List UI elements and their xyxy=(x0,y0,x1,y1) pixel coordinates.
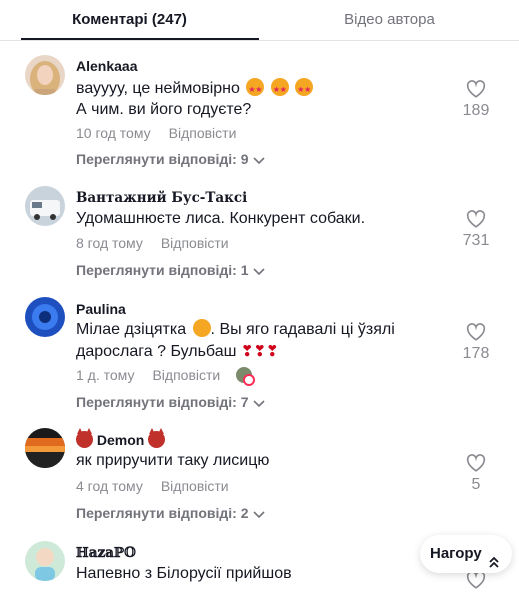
comment-username-label[interactable]: Demon xyxy=(97,432,144,448)
comment-text: Мілае дзіцятка . Вы яго гадавалі ці ўзял… xyxy=(76,319,395,340)
tab-author-videos[interactable]: Відео автора xyxy=(260,0,519,40)
comment-meta: 1 д. тому Відповісти xyxy=(76,367,256,386)
avatar[interactable] xyxy=(25,428,65,468)
avatar-child-cartoon-icon xyxy=(25,541,65,581)
view-replies-button[interactable]: Переглянути відповіді: 7 xyxy=(76,394,265,412)
chevron-down-icon xyxy=(252,395,265,412)
heart-icon[interactable] xyxy=(466,571,486,589)
view-replies-button[interactable]: Переглянути відповіді: 2 xyxy=(76,505,265,523)
comment-time: 1 д. тому xyxy=(76,367,135,383)
like-count: 178 xyxy=(462,345,490,362)
heart-icon[interactable] xyxy=(466,210,486,228)
smiling-face-emoji-icon xyxy=(192,319,211,337)
chevron-down-icon xyxy=(252,506,265,523)
star-struck-emoji-icon xyxy=(295,78,314,100)
reply-button[interactable]: Відповісти xyxy=(152,367,220,383)
view-replies-label: Переглянути відповіді: 7 xyxy=(76,394,249,410)
comment-username[interactable]: Вантажний Бус-Таксі xyxy=(76,190,247,207)
creator-liked-avatar xyxy=(236,367,256,386)
like-count: 189 xyxy=(462,102,490,119)
back-to-top-label: Нагору xyxy=(430,545,482,562)
comment-time: 4 год тому xyxy=(76,478,143,494)
avatar-blue-flower-icon xyxy=(25,297,65,337)
comment-text-line: Мілае дзіцятка xyxy=(76,321,187,338)
comment-text-line: дарослага ? Бульбаш xyxy=(76,343,237,360)
view-replies-label: Переглянути відповіді: 2 xyxy=(76,505,249,521)
like-control: 189 xyxy=(456,80,496,120)
like-control: 5 xyxy=(456,454,496,494)
star-struck-emoji-icon xyxy=(270,78,289,100)
avatar[interactable] xyxy=(25,297,65,337)
comment-time: 10 год тому xyxy=(76,125,151,141)
comment-username[interactable]: Paulina xyxy=(76,301,126,318)
view-replies-button[interactable]: Переглянути відповіді: 9 xyxy=(76,151,265,169)
chevron-down-icon xyxy=(252,152,265,169)
comment-text-line: . Вы яго гадавалі ці ўзялі xyxy=(210,321,395,338)
heart-exclamation-emoji-icon: ❣❣❣ xyxy=(240,343,279,360)
devil-emoji-icon xyxy=(76,428,93,448)
comment-text-line: Удомашнюєте лиса. Конкурент собаки. xyxy=(76,210,366,227)
like-count: 5 xyxy=(471,476,481,493)
avatar-van-icon xyxy=(25,186,65,226)
comment-text-line: як приручити таку лисицю xyxy=(76,452,270,469)
chevron-down-icon xyxy=(252,263,265,280)
reply-button[interactable]: Відповісти xyxy=(161,235,229,251)
active-tab-indicator xyxy=(21,38,259,40)
comment-time: 8 год тому xyxy=(76,235,143,251)
like-control: 731 xyxy=(456,210,496,250)
star-struck-emoji-icon xyxy=(246,78,265,100)
heart-icon[interactable] xyxy=(466,80,486,98)
back-to-top-button[interactable]: Нагору xyxy=(420,535,512,573)
avatar[interactable] xyxy=(25,55,65,95)
avatar-blonde-woman-icon xyxy=(25,55,65,95)
view-replies-label: Переглянути відповіді: 1 xyxy=(76,262,249,278)
comment-text: вауууу, це неймовірно xyxy=(76,78,314,100)
view-replies-label: Переглянути відповіді: 9 xyxy=(76,151,249,167)
comment-username[interactable]: ℍ𝕒𝕫𝕒ℙ𝕆 xyxy=(76,545,136,562)
comment-text-line: А чим. ви його годуєте? xyxy=(76,101,252,118)
avatar[interactable] xyxy=(25,541,65,581)
comment-text-line: вауууу, це неймовірно xyxy=(76,80,240,97)
tab-comments[interactable]: Коментарі (247) xyxy=(0,0,259,40)
avatar[interactable] xyxy=(25,186,65,226)
like-count: 731 xyxy=(462,232,490,249)
comment-meta: 10 год тому Відповісти xyxy=(76,125,236,142)
devil-emoji-icon xyxy=(148,428,166,448)
tab-bar: Коментарі (247) Відео автора xyxy=(0,0,519,41)
heart-icon[interactable] xyxy=(466,323,486,341)
comment-meta: 4 год тому Відповісти xyxy=(76,478,229,495)
comment-text: дарослага ? Бульбаш ❣❣❣ xyxy=(76,341,279,362)
reply-button[interactable]: Відповісти xyxy=(161,478,229,494)
comment-username: Demon xyxy=(76,428,166,449)
comment-text-line: Напевно з Білорусії прийшов xyxy=(76,565,292,582)
comment-meta: 8 год тому Відповісти xyxy=(76,235,229,252)
heart-icon[interactable] xyxy=(466,454,486,472)
avatar-sunset-icon xyxy=(25,428,65,468)
like-control: 178 xyxy=(456,323,496,363)
double-chevron-up-icon xyxy=(488,546,500,584)
reply-button[interactable]: Відповісти xyxy=(169,125,237,141)
view-replies-button[interactable]: Переглянути відповіді: 1 xyxy=(76,262,265,280)
comment-username[interactable]: Alenkaaa xyxy=(76,58,137,75)
